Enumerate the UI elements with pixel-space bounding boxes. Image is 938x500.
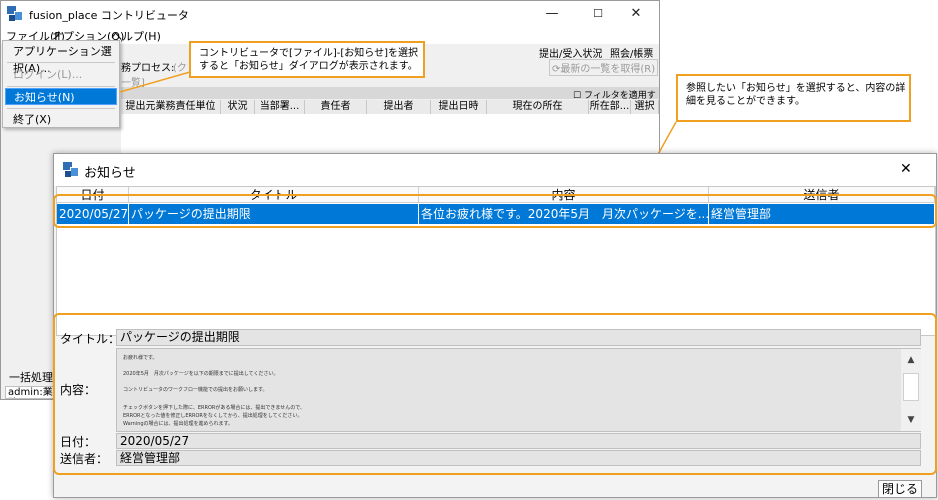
dialog-app-icon (63, 162, 79, 178)
highlight-selected-row (53, 194, 937, 228)
callout-detail: 参照したい「お知らせ」を選択すると、内容の詳細を見ることができます。 (676, 74, 911, 122)
callout-detail-text: 参照したい「お知らせ」を選択すると、内容の詳細を見ることができます。 (686, 83, 906, 107)
dialog-title: お知らせ (84, 166, 136, 181)
callout-menu-text: コントリビュータで[ファイル]-[お知らせ]を選択すると「お知らせ」ダイアログが… (199, 48, 419, 72)
callout-menu: コントリビュータで[ファイル]-[お知らせ]を選択すると「お知らせ」ダイアログが… (189, 41, 425, 78)
dialog-titlebar: お知らせ ✕ (54, 154, 936, 186)
highlight-detail-area (53, 313, 937, 475)
close-dialog-button[interactable]: 閉じる (878, 480, 922, 498)
dialog-close-icon[interactable]: ✕ (900, 161, 912, 177)
